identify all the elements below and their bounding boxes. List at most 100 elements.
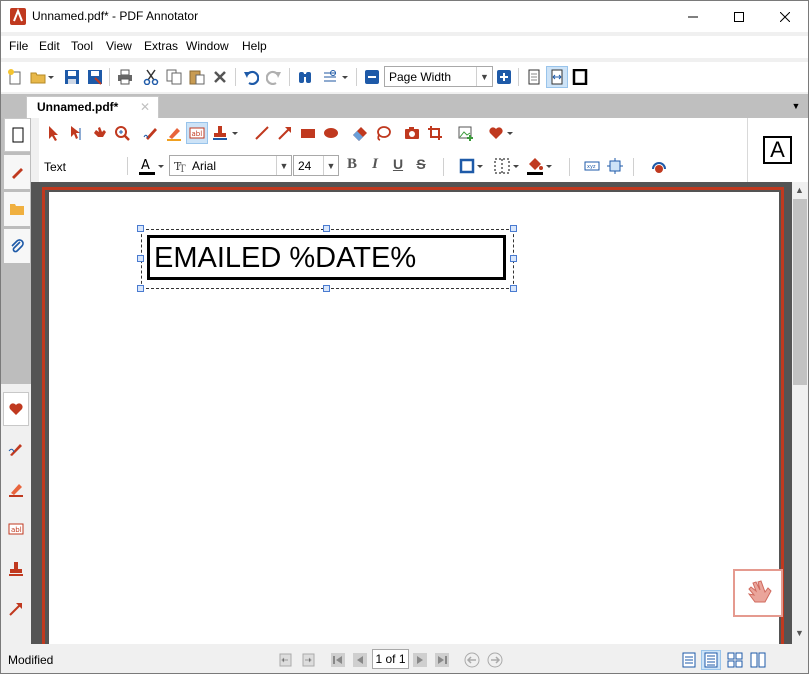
tab-list-button[interactable]: ▼ (788, 98, 804, 114)
zoom-select[interactable]: Page Width ▼ (384, 66, 493, 87)
strikethrough-button[interactable]: S (412, 156, 430, 176)
favorite-stamp-tool[interactable] (3, 552, 29, 586)
text-tool-button[interactable]: abl (186, 122, 208, 144)
tool-settings-button[interactable] (648, 155, 670, 177)
find-dropdown[interactable] (339, 66, 351, 88)
font-size-select[interactable]: 24 ▼ (293, 155, 339, 176)
bold-button[interactable]: B (343, 156, 361, 176)
favorites-dropdown[interactable] (504, 122, 516, 144)
continuous-view-button[interactable] (701, 650, 721, 670)
first-page-button[interactable] (328, 650, 348, 670)
zoom-tool-button[interactable] (111, 122, 133, 144)
resize-handle[interactable] (510, 285, 517, 292)
back-button[interactable] (462, 650, 482, 670)
eraser-tool-button[interactable] (349, 122, 371, 144)
fullscreen-button[interactable] (569, 66, 591, 88)
menu-tool[interactable]: Tool (71, 39, 93, 53)
menu-help[interactable]: Help (242, 39, 267, 53)
tab-close-icon[interactable]: ✕ (140, 100, 150, 114)
menu-extras[interactable]: Extras (144, 39, 178, 53)
autosize-button[interactable]: xyz (581, 155, 603, 177)
previous-view-button[interactable] (276, 650, 296, 670)
border-color-dropdown[interactable] (475, 155, 485, 177)
undo-button[interactable] (240, 66, 262, 88)
stamp-annotation[interactable]: EMAILED %DATE% (147, 235, 506, 280)
resize-handle[interactable] (510, 255, 517, 262)
pan-mode-button[interactable] (733, 569, 783, 617)
menu-window[interactable]: Window (186, 39, 229, 53)
menu-view[interactable]: View (106, 39, 132, 53)
menu-edit[interactable]: Edit (39, 39, 60, 53)
maximize-button[interactable] (716, 1, 762, 32)
fit-page-button[interactable] (523, 66, 545, 88)
sidebar-tab-bookmarks[interactable] (4, 192, 30, 226)
text-color-dropdown[interactable] (156, 155, 166, 177)
menu-file[interactable]: File (9, 39, 28, 53)
previous-page-button[interactable] (350, 650, 370, 670)
scroll-down-icon[interactable]: ▼ (795, 628, 804, 638)
favorite-text-tool[interactable]: abl (3, 512, 29, 546)
hand-tool-button[interactable] (88, 122, 110, 144)
save-button[interactable] (61, 66, 83, 88)
resize-handle[interactable] (137, 225, 144, 232)
fill-color-dropdown[interactable] (544, 155, 554, 177)
crop-tool-button[interactable] (424, 122, 446, 144)
lasso-tool-button[interactable] (372, 122, 394, 144)
forward-button[interactable] (485, 650, 505, 670)
font-family-select[interactable]: TT Arial ▼ (169, 155, 292, 176)
sidebar-tab-annotations[interactable] (4, 155, 30, 189)
zoom-out-button[interactable] (361, 66, 383, 88)
favorites-heart-tab[interactable] (3, 392, 29, 426)
tab-unnamed-pdf[interactable]: Unnamed.pdf* ✕ (26, 96, 159, 118)
close-button[interactable] (762, 1, 808, 32)
italic-button[interactable]: I (366, 156, 384, 176)
new-button[interactable] (4, 66, 26, 88)
arrow-tool-button[interactable] (274, 122, 296, 144)
favorite-pen-tool[interactable] (3, 432, 29, 466)
resize-handle[interactable] (137, 285, 144, 292)
favorite-arrow-tool[interactable] (3, 592, 29, 626)
text-select-tool-button[interactable] (65, 122, 87, 144)
select-tool-button[interactable] (42, 122, 64, 144)
scrollbar-thumb[interactable] (793, 199, 807, 385)
text-color-button[interactable]: A (136, 155, 158, 177)
open-dropdown[interactable] (45, 66, 57, 88)
snapshot-tool-button[interactable] (401, 122, 423, 144)
chevron-down-icon[interactable]: ▼ (476, 67, 492, 86)
facing-view-button[interactable] (748, 650, 768, 670)
zoom-in-button[interactable] (493, 66, 515, 88)
ellipse-tool-button[interactable] (320, 122, 342, 144)
line-tool-button[interactable] (251, 122, 273, 144)
sidebar-tab-attachments[interactable] (4, 229, 30, 263)
favorite-highlighter-tool[interactable] (3, 472, 29, 506)
stamp-dropdown[interactable] (229, 122, 241, 144)
single-page-view-button[interactable] (679, 650, 699, 670)
copy-button[interactable] (163, 66, 185, 88)
two-page-view-button[interactable] (725, 650, 745, 670)
underline-button[interactable]: U (389, 156, 407, 176)
minimize-button[interactable] (670, 1, 716, 32)
fill-color-button[interactable] (524, 155, 546, 177)
chevron-down-icon[interactable]: ▼ (276, 156, 291, 175)
delete-button[interactable] (209, 66, 231, 88)
find-button[interactable] (294, 66, 316, 88)
resize-handle[interactable] (323, 225, 330, 232)
paste-button[interactable] (186, 66, 208, 88)
pen-tool-button[interactable] (140, 122, 162, 144)
border-style-button[interactable] (491, 155, 513, 177)
highlighter-tool-button[interactable] (163, 122, 185, 144)
sidebar-tab-pages[interactable] (4, 118, 30, 152)
resize-handle[interactable] (510, 225, 517, 232)
fit-width-button[interactable] (546, 66, 568, 88)
cut-button[interactable] (140, 66, 162, 88)
chevron-down-icon[interactable]: ▼ (323, 156, 338, 175)
scroll-up-icon[interactable]: ▲ (795, 185, 804, 195)
last-page-button[interactable] (432, 650, 452, 670)
print-button[interactable] (114, 66, 136, 88)
insert-image-button[interactable] (455, 122, 477, 144)
find-annotations-button[interactable] (319, 66, 341, 88)
next-page-button[interactable] (410, 650, 430, 670)
rectangle-tool-button[interactable] (297, 122, 319, 144)
page-number-input[interactable]: 1 of 1 (372, 649, 409, 669)
resize-handle[interactable] (323, 285, 330, 292)
